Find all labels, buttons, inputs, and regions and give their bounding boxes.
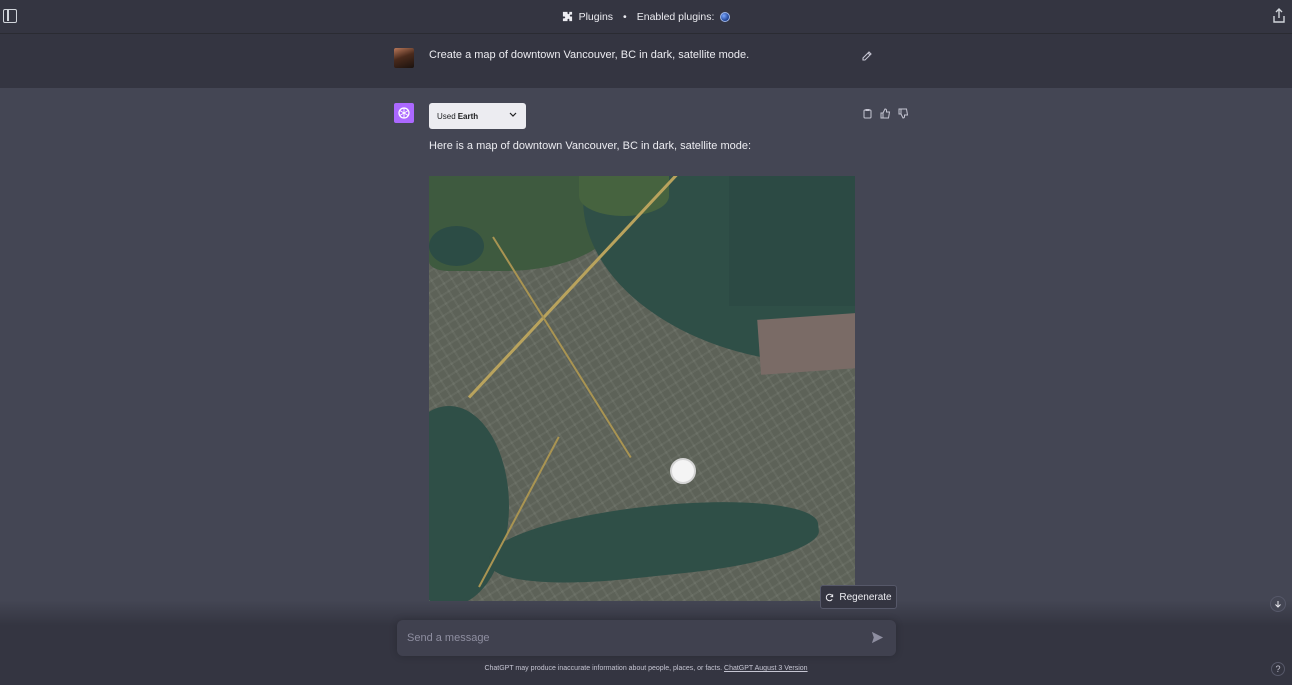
satellite-map-image: [429, 176, 855, 601]
arrow-down-icon: [1275, 601, 1281, 608]
openai-logo-icon: [398, 107, 410, 119]
plugin-used-toggle[interactable]: Used Earth: [429, 103, 526, 129]
regenerate-button[interactable]: Regenerate: [820, 585, 897, 609]
copy-icon[interactable]: [862, 106, 873, 119]
thumbs-up-icon[interactable]: [880, 106, 891, 119]
plugin-used-prefix: Used: [437, 111, 456, 121]
assistant-message-row: Used Earth Here is a map of downtown Van…: [0, 88, 1292, 685]
separator: •: [623, 10, 627, 23]
map-lagoon: [429, 226, 484, 266]
disclaimer-text: ChatGPT may produce inaccurate informati…: [484, 665, 723, 672]
footer-disclaimer: ChatGPT may produce inaccurate informati…: [0, 665, 1292, 672]
plugin-used-name: Earth: [457, 111, 479, 121]
top-bar: Plugins • Enabled plugins:: [0, 0, 1292, 34]
assistant-message-text: Here is a map of downtown Vancouver, BC …: [429, 140, 752, 152]
thumbs-down-icon[interactable]: [898, 106, 909, 119]
user-avatar: [394, 48, 414, 68]
map-marker-icon: [670, 458, 696, 484]
enabled-plugins-label: Enabled plugins:: [636, 10, 715, 23]
puzzle-icon: [562, 11, 572, 22]
map-port: [757, 312, 855, 375]
message-input[interactable]: [407, 629, 857, 647]
earth-globe-icon: [720, 11, 731, 22]
regenerate-label: Regenerate: [839, 591, 892, 603]
sidebar-toggle-icon[interactable]: [3, 9, 17, 23]
edit-icon[interactable]: [861, 50, 873, 62]
version-link[interactable]: ChatGPT August 3 Version: [724, 665, 808, 672]
user-message-row: Create a map of downtown Vancouver, BC i…: [0, 34, 1292, 88]
message-actions: [862, 106, 909, 119]
refresh-icon: [826, 593, 834, 601]
map-water-inlet: [729, 176, 855, 306]
scroll-to-bottom-button[interactable]: [1270, 596, 1286, 612]
plugin-status: Plugins • Enabled plugins:: [562, 11, 731, 23]
help-button[interactable]: ?: [1271, 662, 1285, 676]
message-composer: [397, 620, 896, 656]
share-icon[interactable]: [1272, 8, 1286, 24]
plugins-label: Plugins: [578, 10, 614, 23]
user-message-text: Create a map of downtown Vancouver, BC i…: [429, 49, 750, 61]
send-icon[interactable]: [871, 631, 884, 644]
assistant-avatar: [394, 103, 414, 123]
chevron-down-icon: [509, 112, 517, 117]
map-water-creek: [486, 488, 822, 594]
